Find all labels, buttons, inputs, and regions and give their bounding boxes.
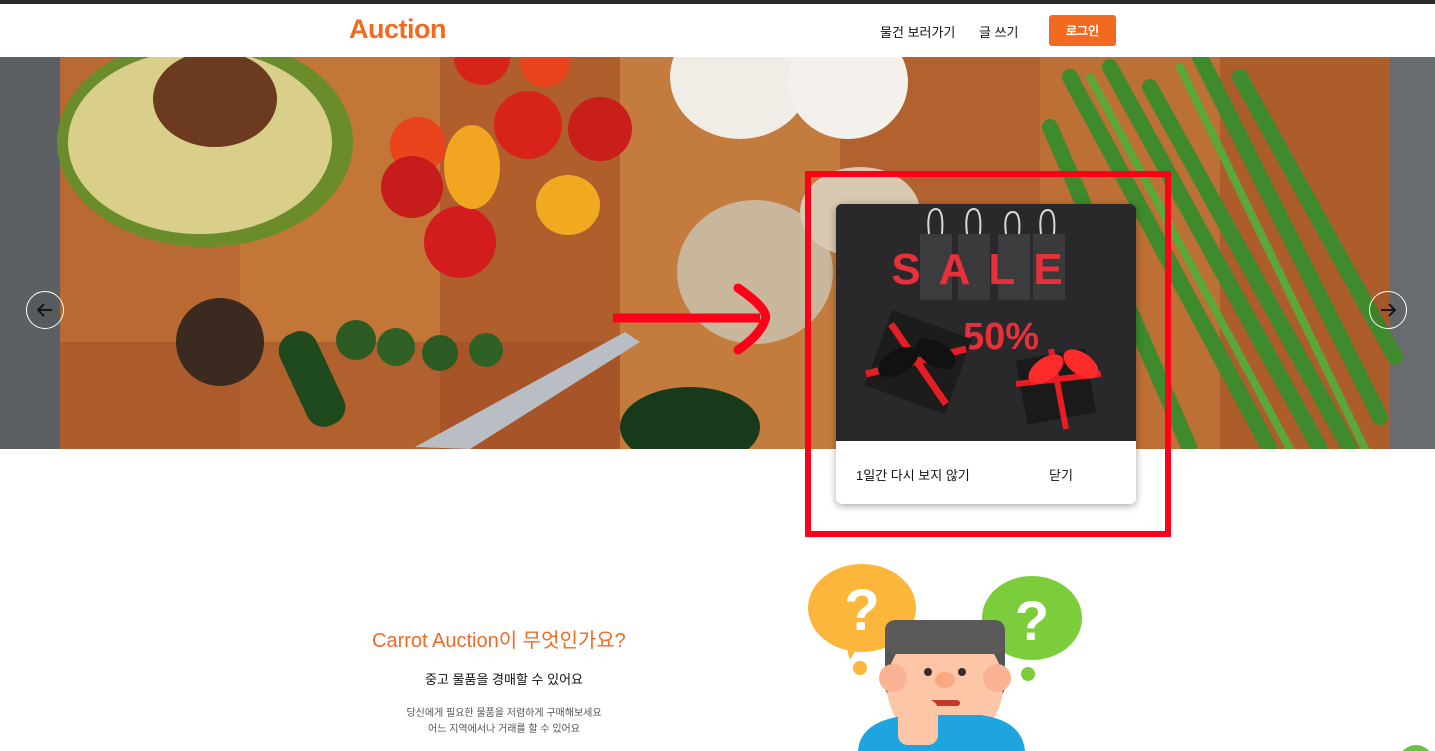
annotation-arrow-icon — [613, 283, 771, 355]
svg-text:?: ? — [1015, 589, 1049, 652]
discount-text: 50% — [963, 316, 1039, 358]
popup-footer: 1일간 다시 보지 않기 닫기 — [836, 441, 1136, 504]
about-description: 당신에게 필요한 물품을 저렴하게 구매해보세요 어느 지역에서나 거래를 할 … — [344, 706, 664, 738]
sale-text: SALE — [891, 245, 1080, 294]
nav-write-link[interactable]: 글 쓰기 — [979, 22, 1019, 41]
nav-browse-link[interactable]: 물건 보러가기 — [880, 22, 955, 41]
popup-close-button[interactable]: 닫기 — [1049, 465, 1073, 484]
thinking-person-illustration: ? ? — [808, 564, 1082, 751]
floating-badge-icon[interactable] — [1398, 745, 1435, 751]
about-desc-line2: 어느 지역에서나 거래를 할 수 있어요 — [428, 724, 580, 735]
about-subtitle: 중고 물품을 경매할 수 있어요 — [425, 672, 583, 687]
hero-carousel — [0, 57, 1435, 449]
arrow-left-icon — [36, 303, 52, 317]
hero-image — [0, 57, 1435, 449]
arrow-right-icon — [1381, 303, 1397, 317]
promo-popup: SALE 50% 1일간 다시 보지 않기 닫기 — [836, 204, 1136, 504]
svg-text:?: ? — [844, 578, 879, 643]
login-button[interactable]: 로그인 — [1049, 15, 1116, 46]
carousel-next-button[interactable] — [1369, 291, 1407, 329]
about-title: Carrot Auction이 무엇인가요? — [372, 630, 626, 652]
logo[interactable]: Auction — [349, 14, 447, 45]
sale-banner-image: SALE 50% — [836, 204, 1136, 441]
site-header: Auction 물건 보러가기 글 쓰기 로그인 — [0, 4, 1435, 57]
dont-show-for-a-day-button[interactable]: 1일간 다시 보지 않기 — [856, 465, 970, 484]
carousel-prev-button[interactable] — [26, 291, 64, 329]
about-desc-line1: 당신에게 필요한 물품을 저렴하게 구매해보세요 — [406, 708, 602, 719]
